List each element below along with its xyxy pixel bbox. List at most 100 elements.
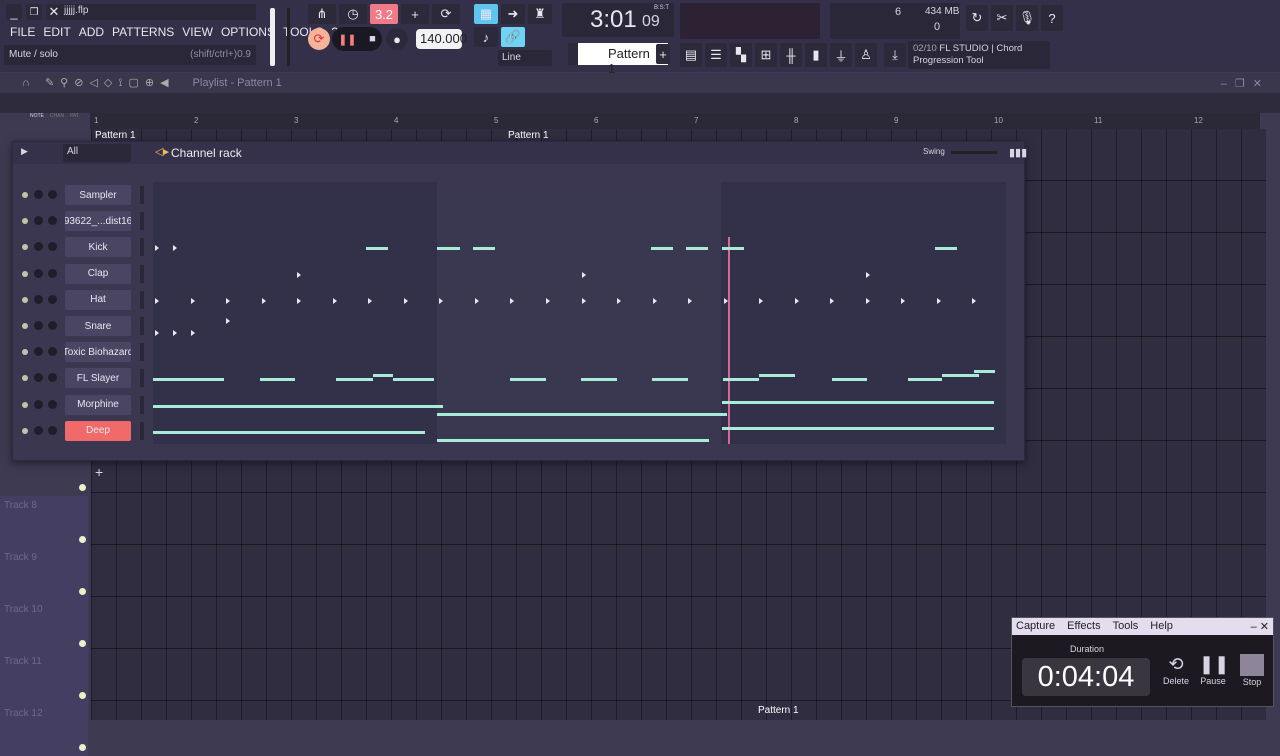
pattern-song-toggle[interactable]: ⟳	[308, 28, 330, 50]
track-header[interactable]: Track 11	[0, 652, 88, 704]
wait-input-icon[interactable]: ◷	[339, 4, 367, 24]
channel-pan-knob[interactable]	[34, 294, 43, 304]
channel-pan-knob[interactable]	[34, 321, 43, 330]
track-mute-led[interactable]	[79, 744, 86, 751]
touch-icon[interactable]: ♙	[855, 43, 877, 67]
channel-mute-led[interactable]	[22, 427, 28, 434]
track-mute-led[interactable]	[79, 640, 86, 647]
plugin-icon[interactable]: ⏚	[830, 43, 852, 67]
restore-button[interactable]: ❐	[26, 4, 42, 20]
track-header[interactable]: Track 8	[0, 496, 88, 548]
typing-keyboard-icon[interactable]: ▦	[474, 4, 498, 24]
channel-button[interactable]: Kick	[65, 237, 131, 258]
channel-pan-knob[interactable]	[34, 242, 43, 252]
channel-volume-knob[interactable]	[48, 242, 57, 252]
countdown-button[interactable]: 3.2	[370, 4, 398, 24]
capture-close-icon[interactable]: ‒ ✕	[1251, 620, 1269, 633]
channel-select-bar[interactable]	[140, 395, 144, 414]
stop-button[interactable]: ■	[369, 33, 376, 45]
channel-select-bar[interactable]	[140, 186, 144, 204]
piano-roll-icon[interactable]: ▚	[730, 43, 752, 67]
pattern-selector[interactable]: Pattern 1	[568, 43, 668, 76]
news-panel[interactable]: 02/10 FL STUDIO | Chord Progression Tool	[908, 41, 1050, 69]
track-header[interactable]: Track 9	[0, 548, 88, 600]
capture-menu-effects[interactable]: Effects	[1067, 620, 1100, 633]
add-pattern-button[interactable]: +	[656, 44, 670, 64]
file-icon[interactable]: ▮	[805, 43, 827, 67]
undo-icon[interactable]: ↻	[966, 5, 988, 31]
playlist-scrollbar[interactable]	[0, 93, 1280, 113]
snap-select[interactable]: Line	[498, 50, 552, 66]
channel-select-bar[interactable]	[140, 317, 144, 335]
arrow-icon[interactable]: ➜	[501, 4, 525, 24]
channel-mute-led[interactable]	[22, 401, 28, 408]
tab-chan[interactable]: CHAN	[50, 113, 64, 119]
browser-icon[interactable]: ⊞	[755, 43, 777, 67]
pattern-clip[interactable]: Pattern 1	[508, 130, 549, 141]
channel-select-bar[interactable]	[140, 212, 144, 231]
playlist-tool-icons[interactable]: ∩ ✎⚲⊘◁◇⟟▢⊕◀	[22, 76, 175, 90]
channel-volume-knob[interactable]	[48, 399, 57, 409]
link-icon[interactable]: 🔗	[501, 27, 525, 47]
channel-rack-icon[interactable]: ☰	[705, 43, 727, 67]
add-channel-button[interactable]: +	[95, 464, 103, 480]
channel-pan-knob[interactable]	[34, 216, 43, 226]
cut-icon[interactable]: ✂	[991, 5, 1013, 31]
track-header[interactable]: Track 10	[0, 600, 88, 652]
tab-note[interactable]: NOTE	[30, 113, 44, 119]
channel-mute-led[interactable]	[22, 218, 28, 225]
menu-options[interactable]: OPTIONS	[221, 25, 275, 39]
channel-button[interactable]: 93622_...dist16	[65, 211, 131, 232]
channel-volume-knob[interactable]	[48, 190, 57, 199]
pause-capture-button[interactable]: ❚❚ Pause	[1199, 654, 1229, 687]
channel-button[interactable]: FL Slayer	[65, 368, 131, 389]
timeline-ruler[interactable]: 1 2 3 4 5 6 7 8 9 10 11 12	[90, 113, 1260, 129]
help-icon[interactable]: ?	[1041, 5, 1063, 31]
step-edit-icon[interactable]: +	[401, 4, 429, 24]
channel-select-bar[interactable]	[140, 421, 144, 440]
capture-menu-tools[interactable]: Tools	[1113, 620, 1139, 633]
channel-volume-knob[interactable]	[48, 321, 57, 330]
channel-mute-led[interactable]	[22, 244, 28, 251]
channel-pan-knob[interactable]	[34, 399, 43, 409]
channel-select-bar[interactable]	[140, 343, 144, 362]
track-mute-led[interactable]	[79, 536, 86, 543]
group-filter[interactable]: All	[63, 144, 131, 162]
capture-menu-help[interactable]: Help	[1150, 620, 1173, 633]
channel-button[interactable]: Snare	[65, 316, 131, 336]
channel-pan-knob[interactable]	[34, 190, 43, 199]
master-pitch-slider[interactable]	[287, 8, 290, 66]
channel-button[interactable]: Hat	[65, 289, 131, 310]
delete-button[interactable]: ⟲ Delete	[1162, 654, 1190, 687]
capture-menu-capture[interactable]: Capture	[1016, 620, 1055, 633]
track-header[interactable]: Track 12	[0, 704, 88, 756]
menu-patterns[interactable]: PATTERNS	[112, 25, 174, 39]
stop-capture-button[interactable]: Stop	[1238, 654, 1266, 688]
channel-mute-led[interactable]	[22, 192, 28, 198]
pause-button[interactable]: ❚❚	[338, 33, 356, 46]
playlist-window-controls[interactable]: ‒❐✕	[1221, 77, 1270, 90]
channel-select-bar[interactable]	[140, 238, 144, 257]
channel-pan-knob[interactable]	[34, 425, 43, 435]
channel-volume-knob[interactable]	[48, 268, 57, 278]
channel-select-bar[interactable]	[140, 264, 144, 283]
channel-mute-led[interactable]	[22, 270, 28, 277]
pattern-clip[interactable]: Pattern 1	[758, 705, 799, 716]
channel-button[interactable]: Deep	[65, 420, 131, 441]
blend-icon[interactable]: ♜	[528, 4, 552, 24]
loop-record-icon[interactable]: ⟳	[432, 4, 460, 24]
channel-volume-knob[interactable]	[48, 373, 57, 383]
menu-edit[interactable]: EDIT	[43, 25, 70, 39]
playlist-icon[interactable]: ▤	[680, 43, 702, 67]
channel-volume-knob[interactable]	[48, 425, 57, 435]
swing-slider[interactable]	[951, 151, 997, 154]
channel-mute-led[interactable]	[22, 349, 28, 356]
metronome-icon[interactable]: ⋔	[308, 4, 336, 24]
channel-button[interactable]: Sampler	[65, 185, 131, 205]
channel-pan-knob[interactable]	[34, 373, 43, 383]
pattern-clip[interactable]: Pattern 1	[95, 130, 136, 141]
channel-pan-knob[interactable]	[34, 268, 43, 278]
graph-editor-icon[interactable]: ▮▮▮	[1009, 146, 1027, 159]
channel-select-bar[interactable]	[140, 290, 144, 309]
channel-button[interactable]: Clap	[65, 263, 131, 284]
